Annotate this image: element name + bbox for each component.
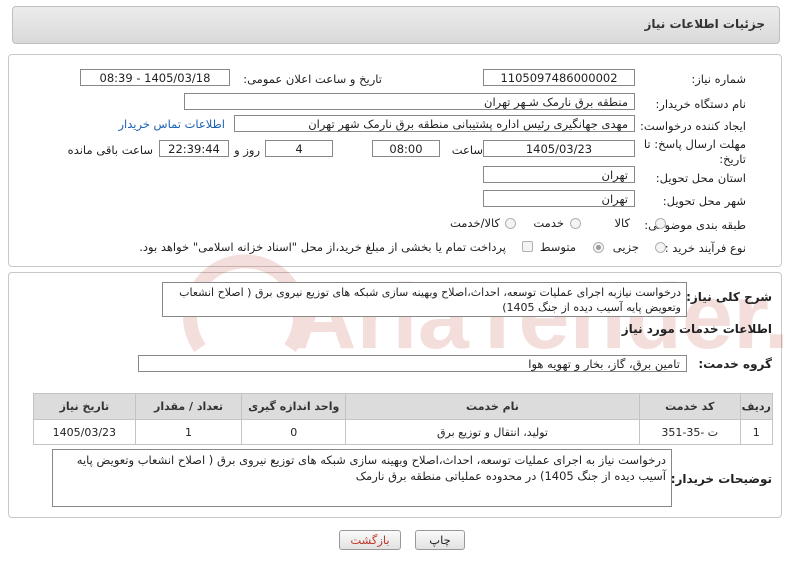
announce-datetime-label: تاریخ و ساعت اعلان عمومی: <box>243 72 382 86</box>
cell-service-code: ت -35-351 <box>638 419 741 445</box>
service-group-label: گروه خدمت: <box>698 357 772 371</box>
process-medium-radio[interactable] <box>593 242 604 253</box>
category-goods-radio[interactable] <box>655 218 666 229</box>
category-service-radio[interactable] <box>570 218 581 229</box>
city-field[interactable]: تهران <box>483 190 635 207</box>
col-quantity: تعداد / مقدار <box>134 393 243 420</box>
treasury-payment-checkbox[interactable] <box>522 241 533 252</box>
process-minor-label: جزیی <box>612 240 639 254</box>
province-field[interactable]: تهران <box>483 166 635 183</box>
cell-unit: 0 <box>241 419 347 445</box>
deadline-date-field[interactable]: 1405/03/23 <box>483 140 635 157</box>
need-number-label: شماره نیاز: <box>691 72 746 86</box>
buyer-notes-label: توضیحات خریدار: <box>670 472 772 486</box>
col-service-code: کد خدمت <box>638 393 741 420</box>
col-unit: واحد اندازه گیری <box>241 393 347 420</box>
category-goods-label: کالا <box>614 216 630 230</box>
buyer-contact-link[interactable]: اطلاعات تماس خریدار <box>118 117 225 131</box>
process-type-label: نوع فرآیند خرید : <box>664 241 746 255</box>
page-header: جزئیات اطلاعات نیاز <box>12 6 780 44</box>
buyer-org-field[interactable]: منطقه برق نارمک شـهر تهران <box>184 93 635 110</box>
back-button[interactable]: بازگشت <box>339 530 401 550</box>
announce-datetime-field[interactable]: 1405/03/18 - 08:39 <box>80 69 230 86</box>
treasury-payment-note: پرداخت تمام یا بخشی از مبلغ خرید،از محل … <box>139 240 506 254</box>
process-minor-radio[interactable] <box>655 242 666 253</box>
print-button[interactable]: چاپ <box>415 530 465 550</box>
category-goods-service-radio[interactable] <box>505 218 516 229</box>
time-remaining-field[interactable]: 22:39:44 <box>159 140 229 157</box>
col-row-number: ردیف <box>739 393 774 420</box>
cell-service-name: تولید، انتقال و توزیع برق <box>345 419 640 445</box>
days-label: روز و <box>234 143 260 157</box>
category-service-label: خدمت <box>533 216 564 230</box>
buyer-notes-field[interactable]: درخواست نیاز به اجرای عملیات توسعه، احدا… <box>52 449 672 507</box>
page-title: جزئیات اطلاعات نیاز <box>644 17 765 31</box>
days-remaining-field[interactable]: 4 <box>265 140 333 157</box>
process-medium-label: متوسط <box>539 240 576 254</box>
col-service-name: نام خدمت <box>345 393 640 420</box>
creator-field[interactable]: مهدی جهانگیری رئیس اداره پشتیبانی منطقه … <box>234 115 635 132</box>
table-row: 1 ت -35-351 تولید، انتقال و توزیع برق 0 … <box>33 419 774 445</box>
category-goods-service-label: کالا/خدمت <box>449 216 500 230</box>
cell-quantity: 1 <box>134 419 243 445</box>
city-label: شهر محل تحویل: <box>662 194 746 208</box>
deadline-time-field[interactable]: 08:00 <box>372 140 440 157</box>
need-number-field[interactable]: 1105097486000002 <box>483 69 635 86</box>
province-label: استان محل تحویل: <box>655 171 746 185</box>
buyer-org-label: نام دستگاه خریدار: <box>655 97 746 111</box>
services-table-header: ردیف کد خدمت نام خدمت واحد اندازه گیری ت… <box>33 393 774 420</box>
cell-need-date: 1405/03/23 <box>33 419 136 445</box>
creator-label: ایجاد کننده درخواست: <box>640 119 746 133</box>
services-table: ردیف کد خدمت نام خدمت واحد اندازه گیری ت… <box>33 393 774 445</box>
services-section-title: اطلاعات خدمات مورد نیاز <box>621 322 772 336</box>
deadline-time-label: ساعت <box>451 143 483 157</box>
time-remaining-label: ساعت باقی مانده <box>67 143 153 157</box>
need-description-label: شرح کلی نیاز: <box>686 290 772 304</box>
col-need-date: تاریخ نیاز <box>33 393 136 420</box>
deadline-date-label: تاریخ: <box>719 152 746 166</box>
cell-row-number: 1 <box>739 419 774 445</box>
deadline-label: مهلت ارسال پاسخ: تا <box>643 137 746 151</box>
service-group-field[interactable]: تامین برق، گاز، بخار و تهویه هوا <box>138 355 687 372</box>
need-description-field[interactable]: درخواست نیازبه اجرای عملیات توسعه، احداث… <box>162 282 687 317</box>
